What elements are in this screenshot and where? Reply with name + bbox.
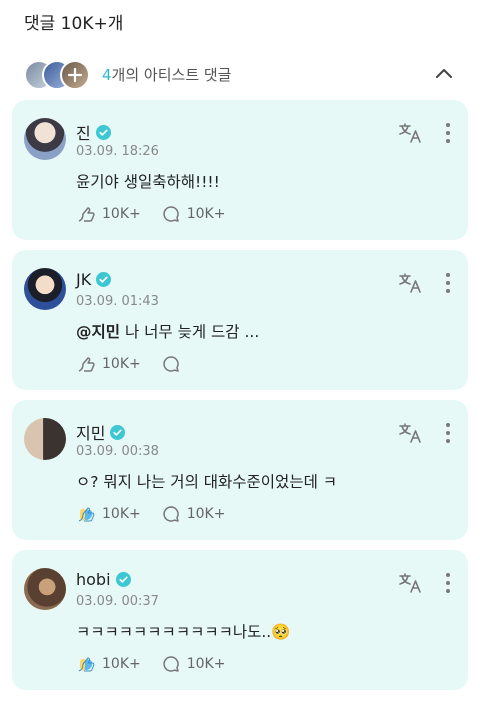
comment-card: JK 03.09. 01:43 @지민 나 너무 늦게 드감 ... 10K+ <box>12 250 468 390</box>
avatar[interactable] <box>24 118 66 160</box>
chevron-up-icon[interactable] <box>432 62 456 86</box>
reply-button[interactable] <box>161 354 187 374</box>
reply-button[interactable]: 10K+ <box>161 654 226 674</box>
like-count: 10K+ <box>102 206 141 222</box>
reply-icon <box>163 656 179 672</box>
avatar[interactable] <box>24 568 66 610</box>
comment-card: 지민 03.09. 00:38 ㅇ? 뭐지 나는 거의 대화수준이었는데 ㅋ 1… <box>12 400 468 540</box>
reply-count: 10K+ <box>186 506 226 522</box>
translate-icon[interactable] <box>398 572 422 594</box>
artist-count: 4 <box>102 65 112 84</box>
comment-time: 03.09. 01:43 <box>76 294 159 309</box>
more-options-icon[interactable] <box>444 122 452 144</box>
artist-comments-label: 개의 아티스트 댓글 <box>111 65 232 84</box>
comment-text: 윤기야 생일축하해!!!! <box>76 173 220 191</box>
liked-icon <box>78 507 95 522</box>
author-name[interactable]: JK <box>76 270 91 289</box>
comment-time: 03.09. 18:26 <box>76 144 159 159</box>
comment-time: 03.09. 00:38 <box>76 444 159 459</box>
like-icon <box>78 357 95 372</box>
like-count: 10K+ <box>102 506 141 522</box>
like-button[interactable]: 10K+ <box>76 354 141 374</box>
author-name[interactable]: 지민 <box>76 420 105 444</box>
verified-badge-icon <box>115 572 131 587</box>
avatar[interactable] <box>24 418 66 460</box>
like-count: 10K+ <box>102 356 141 372</box>
plus-icon <box>67 67 83 83</box>
author-name[interactable]: 진 <box>76 120 91 144</box>
like-icon <box>78 207 95 222</box>
comment-text: ㅇ? 뭐지 나는 거의 대화수준이었는데 ㅋ <box>76 473 338 491</box>
translate-icon[interactable] <box>398 122 422 144</box>
comment-card: 진 03.09. 18:26 윤기야 생일축하해!!!! 10K+ 10K+ <box>12 100 468 240</box>
comments-title: 댓글 10K+개 <box>24 14 124 34</box>
liked-icon <box>78 657 95 672</box>
avatar[interactable] <box>24 268 66 310</box>
like-button[interactable]: 10K+ <box>76 504 141 524</box>
comment-text: ㅋㅋㅋㅋㅋㅋㅋㅋㅋㅋㅋ나도..🥺 <box>76 623 291 641</box>
verified-badge-icon <box>95 124 111 140</box>
mention-link[interactable]: @지민 <box>76 323 120 341</box>
comment-time: 03.09. 00:37 <box>76 594 159 609</box>
more-options-icon[interactable] <box>444 572 452 594</box>
like-button[interactable]: 10K+ <box>76 654 141 674</box>
reply-icon <box>163 206 179 222</box>
translate-icon[interactable] <box>398 422 422 444</box>
artist-comments-bar[interactable]: 4개의 아티스트 댓글 <box>24 58 456 90</box>
more-options-icon[interactable] <box>444 272 452 294</box>
more-options-icon[interactable] <box>444 422 452 444</box>
reply-icon <box>163 356 179 372</box>
like-button[interactable]: 10K+ <box>76 204 141 224</box>
reply-icon <box>163 506 179 522</box>
reply-count: 10K+ <box>186 206 226 222</box>
reply-button[interactable]: 10K+ <box>161 504 226 524</box>
comment-text: @지민 나 너무 늦게 드감 ... <box>76 323 260 341</box>
author-name[interactable]: hobi <box>76 570 111 589</box>
reply-count: 10K+ <box>186 656 226 672</box>
comment-card: hobi 03.09. 00:37 ㅋㅋㅋㅋㅋㅋㅋㅋㅋㅋㅋ나도..🥺 10K+ … <box>12 550 468 690</box>
artist-avatar-stack <box>24 60 96 90</box>
reply-button[interactable]: 10K+ <box>161 204 226 224</box>
pleading-face-emoji: 🥺 <box>271 623 291 641</box>
translate-icon[interactable] <box>398 272 422 294</box>
verified-badge-icon <box>96 272 112 287</box>
verified-badge-icon <box>110 424 126 440</box>
like-count: 10K+ <box>102 656 141 672</box>
